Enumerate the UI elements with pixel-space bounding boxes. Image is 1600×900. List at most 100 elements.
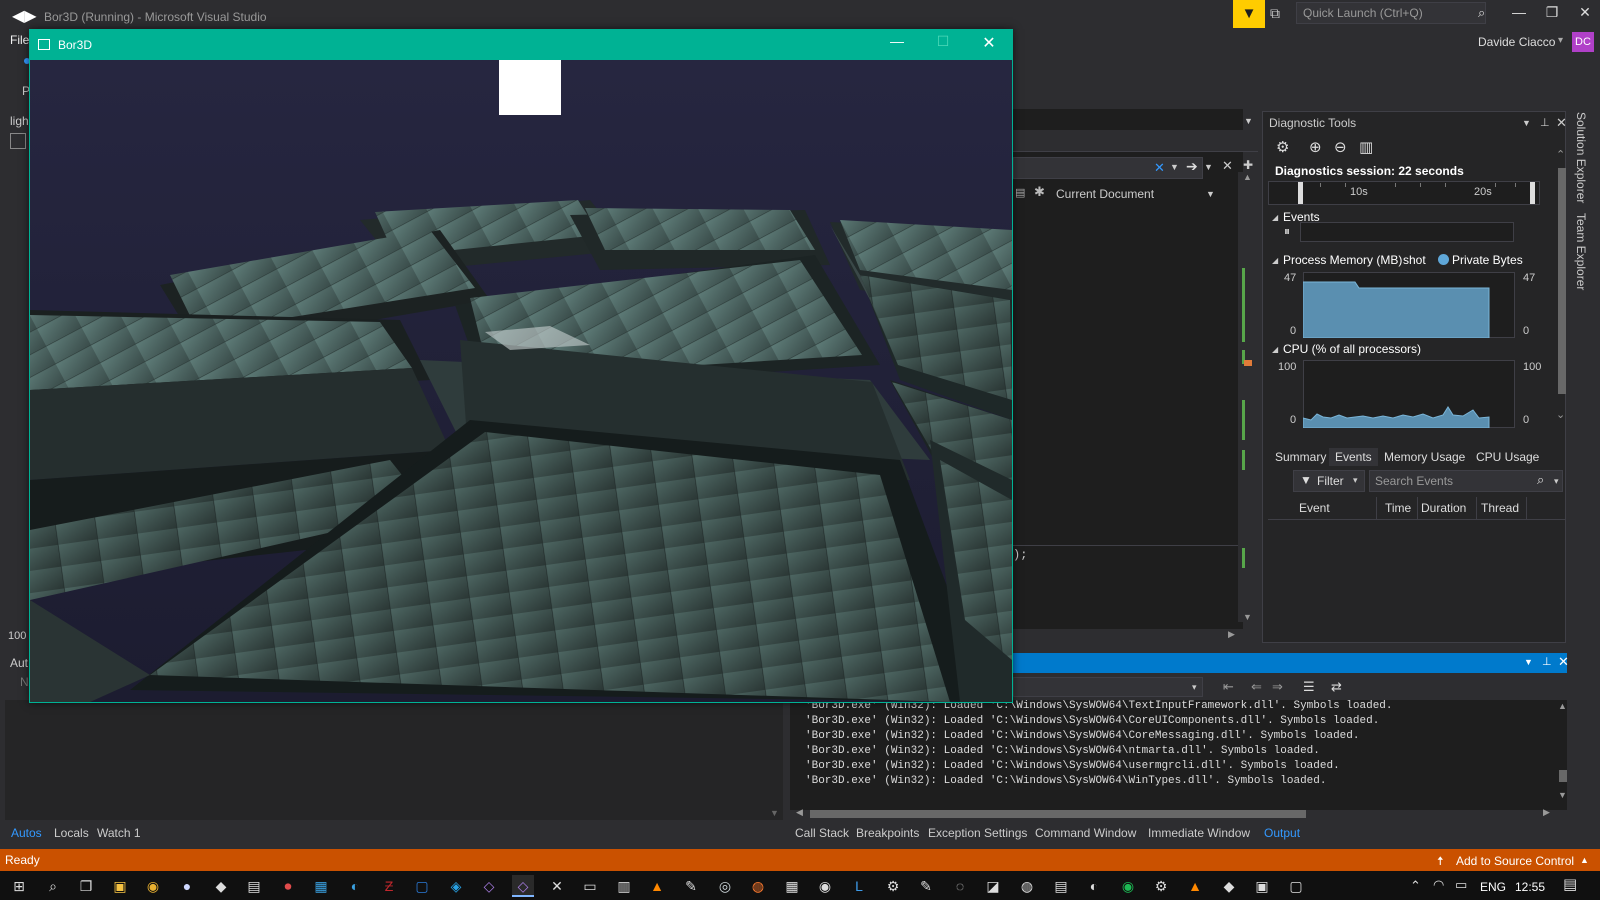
tab-solution-explorer[interactable]: Solution Explorer xyxy=(1574,112,1588,203)
tab-breakpoints[interactable]: Breakpoints xyxy=(856,826,919,840)
chevron-down-icon[interactable]: ▾ xyxy=(1554,476,1559,487)
vlc2-icon[interactable]: ▲ xyxy=(1184,875,1206,897)
word-wrap-icon[interactable]: ⇄ xyxy=(1331,679,1342,695)
tab-locals[interactable]: Locals xyxy=(54,826,89,840)
previous-message-icon[interactable]: ⇐ xyxy=(1251,679,1262,695)
task-view-icon[interactable]: ❐ xyxy=(75,875,97,897)
start-icon[interactable]: ⊞ xyxy=(8,875,30,897)
notepad-icon[interactable]: ▤ xyxy=(243,875,265,897)
close-icon[interactable]: ✕ xyxy=(1556,115,1567,131)
avatar[interactable]: DC xyxy=(1572,32,1594,52)
filter-icon[interactable]: ▼ xyxy=(1300,473,1312,487)
close-button[interactable]: ✕ xyxy=(1570,4,1600,21)
chevron-down-icon[interactable]: ▼ xyxy=(1522,118,1531,128)
arrow-up-icon[interactable]: 🠅 xyxy=(1437,852,1444,873)
tab-events[interactable]: Events xyxy=(1329,448,1378,466)
chevron-down-icon[interactable]: ▾ xyxy=(1353,475,1358,486)
app-icon[interactable]: ✕ xyxy=(546,875,568,897)
editor-scrollbar[interactable] xyxy=(1238,172,1252,622)
pause-icon[interactable]: ⏸ xyxy=(1284,224,1290,239)
restore-button[interactable]: ❐ xyxy=(1537,4,1567,21)
settings-gear-icon[interactable]: ⚙ xyxy=(1276,138,1289,156)
app11-icon[interactable]: ▤ xyxy=(1050,875,1072,897)
close-button[interactable]: ✕ xyxy=(974,33,1004,53)
next-message-icon[interactable]: ⇒ xyxy=(1272,679,1283,695)
app3-icon[interactable]: ✎ xyxy=(680,875,702,897)
app2-icon[interactable]: ▥ xyxy=(613,875,635,897)
collapse-icon[interactable]: ◢ xyxy=(1272,345,1278,354)
app9-icon[interactable]: ◪ xyxy=(982,875,1004,897)
chevron-down-icon[interactable]: ▼ xyxy=(1524,657,1533,667)
timeline-end-handle[interactable] xyxy=(1530,182,1535,204)
app4-icon[interactable]: ▦ xyxy=(781,875,803,897)
column-divider[interactable] xyxy=(1417,497,1418,519)
column-divider[interactable] xyxy=(1526,497,1527,519)
output-vscroll-thumb[interactable] xyxy=(1559,770,1567,782)
collapse-icon[interactable]: ◢ xyxy=(1272,213,1278,222)
find-scope-select[interactable]: Current Document xyxy=(1056,187,1154,201)
tab-cpu-usage[interactable]: CPU Usage xyxy=(1470,448,1545,466)
minimize-button[interactable]: — xyxy=(882,33,912,49)
zoom-level[interactable]: 100 xyxy=(8,630,26,642)
diag-scrollbar-thumb[interactable] xyxy=(1558,168,1566,394)
find-message-icon[interactable]: ⇤ xyxy=(1223,679,1234,695)
maximize-button[interactable]: ☐ xyxy=(928,33,958,50)
vs-icon[interactable]: ◇ xyxy=(478,875,500,897)
search-events-input[interactable]: Search Events xyxy=(1369,470,1563,492)
tab-exception-settings[interactable]: Exception Settings xyxy=(928,826,1027,840)
record-icon[interactable]: ⏺ xyxy=(277,875,299,897)
column-divider[interactable] xyxy=(1476,497,1477,519)
output-hscroll-thumb[interactable] xyxy=(810,810,1306,818)
edge-icon[interactable]: ◐ xyxy=(344,875,366,897)
chevron-down-icon[interactable]: ▼ xyxy=(1206,189,1215,199)
chevron-up-icon[interactable]: ⌃ xyxy=(1410,878,1421,894)
close-icon[interactable]: ✕ xyxy=(1558,654,1569,670)
search-icon[interactable]: ⌕ xyxy=(1478,5,1485,21)
timeline-ruler[interactable] xyxy=(1268,181,1540,205)
add-to-source-control-button[interactable]: Add to Source Control xyxy=(1456,854,1574,868)
app12-icon[interactable]: ◐ xyxy=(1083,875,1105,897)
firefox-icon[interactable]: ◍ xyxy=(747,875,769,897)
obs-icon[interactable]: ● xyxy=(176,875,198,897)
column-header-time[interactable]: Time xyxy=(1385,501,1411,515)
column-header-thread[interactable]: Thread xyxy=(1481,501,1519,515)
scroll-up-icon[interactable]: ▲ xyxy=(1243,172,1252,182)
find-next-icon[interactable]: ➔ xyxy=(1186,158,1198,175)
filter-label[interactable]: Filter xyxy=(1317,474,1344,488)
chevron-down-icon[interactable]: ▼ xyxy=(1244,116,1253,126)
collapse-icon[interactable]: ◢ xyxy=(1272,256,1278,265)
chevron-down-icon[interactable]: ▼ xyxy=(1170,162,1179,172)
chevron-down-icon[interactable]: ▾ xyxy=(1558,35,1563,46)
app6-icon[interactable]: ⚙ xyxy=(882,875,904,897)
quick-launch-input[interactable]: Quick Launch (Ctrl+Q) xyxy=(1296,2,1486,24)
tab-call-stack[interactable]: Call Stack xyxy=(795,826,849,840)
battery-icon[interactable]: ▭ xyxy=(1455,877,1467,893)
app15-icon[interactable]: ▣ xyxy=(1251,875,1273,897)
language-indicator[interactable]: ENG xyxy=(1480,880,1506,894)
timeline-start-handle[interactable] xyxy=(1298,182,1303,204)
lr-icon[interactable]: L xyxy=(848,875,870,897)
app7-icon[interactable]: ✎ xyxy=(915,875,937,897)
paint-icon[interactable]: ▦ xyxy=(310,875,332,897)
cmd-icon[interactable]: ▭ xyxy=(579,875,601,897)
chevron-down-icon[interactable]: ▾ xyxy=(1192,682,1197,693)
minimize-button[interactable]: — xyxy=(1504,4,1534,20)
zoom-out-icon[interactable]: ⊖ xyxy=(1334,138,1347,156)
tab-team-explorer[interactable]: Team Explorer xyxy=(1574,213,1588,290)
chrome-icon[interactable]: ◉ xyxy=(142,875,164,897)
output-source-select[interactable] xyxy=(1013,677,1203,697)
memory-snapshot-label[interactable]: shot xyxy=(1403,253,1426,267)
scroll-right-icon[interactable]: ▶ xyxy=(1543,807,1550,818)
scroll-up-icon[interactable]: ▲ xyxy=(1558,701,1567,711)
clear-all-icon[interactable]: ☰ xyxy=(1303,679,1315,695)
chevron-up-icon[interactable]: ▲ xyxy=(1580,855,1589,865)
tab-memory-usage[interactable]: Memory Usage xyxy=(1378,448,1471,466)
tab-command-window[interactable]: Command Window xyxy=(1035,826,1136,840)
search-icon[interactable]: ⌕ xyxy=(42,875,64,897)
file-explorer-icon[interactable]: ▣ xyxy=(109,875,131,897)
column-divider[interactable] xyxy=(1376,497,1377,519)
scroll-right-icon[interactable]: ▶ xyxy=(1228,629,1235,640)
tab-immediate-window[interactable]: Immediate Window xyxy=(1148,826,1250,840)
regex-icon[interactable]: ▤ xyxy=(1015,186,1025,199)
notification-filter-icon[interactable]: ▼ xyxy=(1233,0,1265,28)
